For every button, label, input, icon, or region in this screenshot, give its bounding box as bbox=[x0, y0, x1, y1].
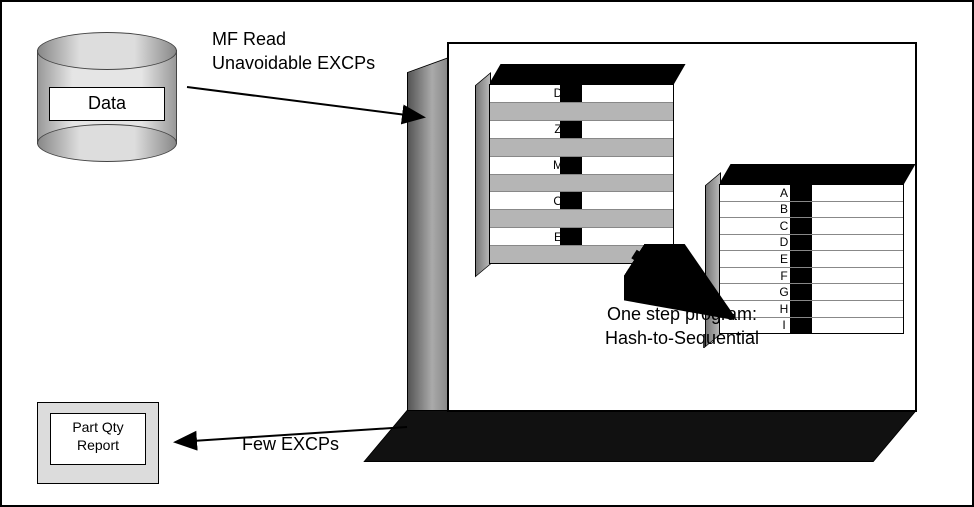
arrow-in-label: MF Read Unavoidable EXCPs bbox=[212, 27, 375, 75]
seq-row-letter: C bbox=[776, 219, 792, 233]
seq-row: A bbox=[720, 185, 903, 202]
hash-row: O bbox=[490, 192, 673, 210]
seq-row: E bbox=[720, 251, 903, 268]
hash-table: D Z M O E bbox=[489, 64, 674, 264]
report-label: Part Qty Report bbox=[50, 413, 146, 465]
data-cylinder-label: Data bbox=[49, 87, 165, 121]
seq-row: C bbox=[720, 218, 903, 235]
hash-row-letter: Z bbox=[550, 122, 566, 136]
seq-row-letter: G bbox=[776, 285, 792, 299]
seq-row: B bbox=[720, 202, 903, 219]
proc-line1: One step program: bbox=[607, 304, 757, 324]
hash-row: Z bbox=[490, 121, 673, 139]
hash-row-letter: E bbox=[550, 230, 566, 244]
seq-row-letter: D bbox=[776, 235, 792, 249]
hash-row-letter: D bbox=[550, 86, 566, 100]
processing-box-label: One step program: Hash-to-Sequential bbox=[449, 302, 915, 350]
hash-row bbox=[490, 210, 673, 228]
seq-row: D bbox=[720, 235, 903, 252]
seq-row-letter: F bbox=[776, 269, 792, 283]
arrow-in-icon bbox=[187, 87, 422, 117]
proc-line2: Hash-to-Sequential bbox=[605, 328, 759, 348]
seq-row: G bbox=[720, 284, 903, 301]
report-line1: Part Qty bbox=[72, 419, 123, 435]
hash-row-letter: M bbox=[550, 158, 566, 172]
seq-row-letter: A bbox=[776, 186, 792, 200]
hash-row bbox=[490, 175, 673, 193]
hash-row-letter: O bbox=[550, 194, 566, 208]
seq-row-letter: B bbox=[776, 202, 792, 216]
report-line2: Report bbox=[77, 437, 119, 453]
arrow-in-line1: MF Read bbox=[212, 29, 286, 49]
arrow-in-line2: Unavoidable EXCPs bbox=[212, 53, 375, 73]
arrow-out-label: Few EXCPs bbox=[242, 432, 339, 456]
data-cylinder: Data bbox=[37, 32, 177, 162]
hash-row bbox=[490, 103, 673, 121]
hash-row bbox=[490, 139, 673, 157]
hash-row: M bbox=[490, 157, 673, 175]
hash-row: D bbox=[490, 85, 673, 103]
diagram-canvas: Data MF Read Unavoidable EXCPs Few EXCPs… bbox=[0, 0, 974, 507]
processing-box: DZMOE ABCDEFGHI One step bbox=[407, 42, 927, 462]
seq-row: F bbox=[720, 268, 903, 285]
report-document: Part Qty Report bbox=[37, 402, 159, 484]
seq-row-letter: E bbox=[776, 252, 792, 266]
